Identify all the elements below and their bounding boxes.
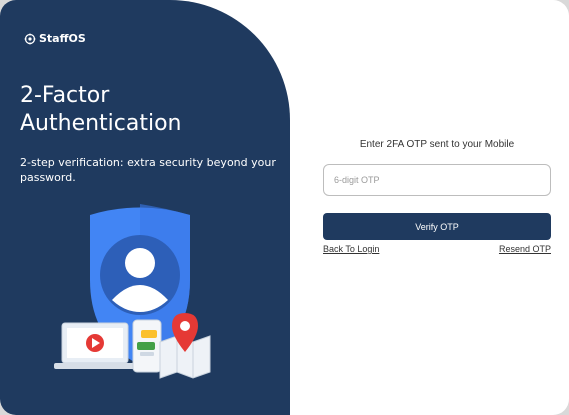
login-card: StaffOS 2-Factor Authentication 2-step v… bbox=[0, 0, 569, 415]
back-to-login-link[interactable]: Back To Login bbox=[323, 244, 379, 254]
hero-panel: StaffOS 2-Factor Authentication 2-step v… bbox=[0, 0, 290, 415]
page-subtitle: 2-step verification: extra security beyo… bbox=[20, 156, 276, 184]
phone-icon bbox=[132, 319, 162, 373]
resend-otp-link[interactable]: Resend OTP bbox=[499, 244, 551, 254]
brand-logo: StaffOS bbox=[24, 32, 86, 45]
laptop-icon bbox=[54, 322, 136, 369]
otp-instructions: Enter 2FA OTP sent to your Mobile bbox=[359, 139, 515, 150]
page-title: 2-Factor Authentication bbox=[20, 83, 182, 136]
brand-name: StaffOS bbox=[39, 32, 86, 45]
security-shield-user-illustration bbox=[54, 204, 211, 379]
verify-otp-button[interactable]: Verify OTP bbox=[323, 213, 551, 240]
staffos-logo-icon bbox=[24, 33, 36, 44]
otp-input[interactable] bbox=[323, 164, 551, 196]
